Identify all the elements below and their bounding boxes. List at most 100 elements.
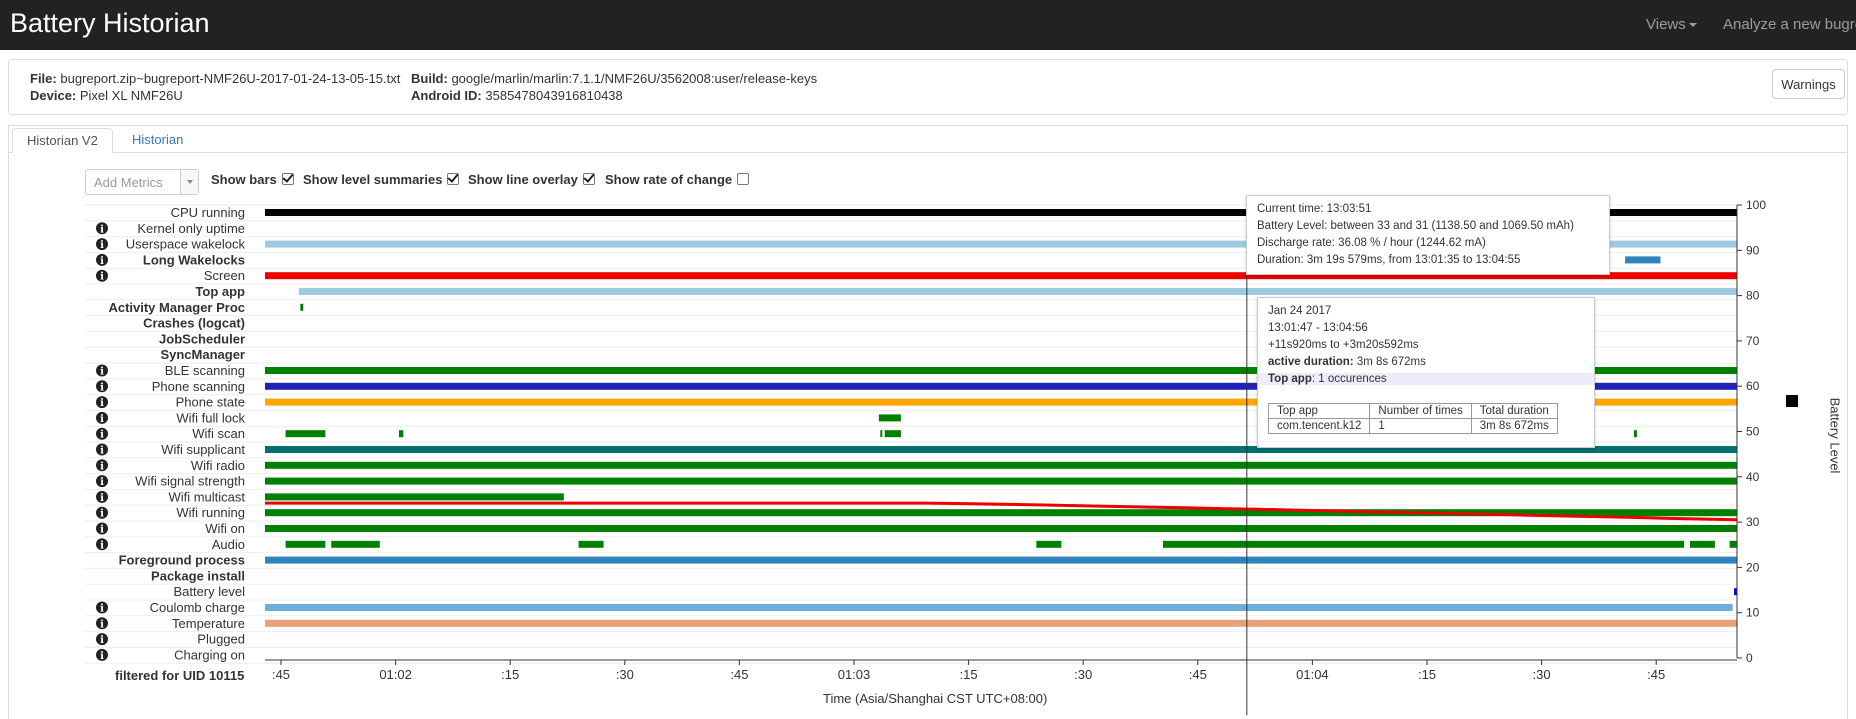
info-icon-glyph: i xyxy=(100,224,104,235)
timeline-bar[interactable] xyxy=(880,430,883,438)
x-tick-label: 01:04 xyxy=(1296,667,1329,682)
y-tick-label: 50 xyxy=(1746,425,1760,439)
timeline-bar[interactable] xyxy=(265,525,1737,532)
x-tick-label: :30 xyxy=(1074,667,1092,682)
row-label: Foreground process xyxy=(119,553,245,568)
row-label: CPU running xyxy=(171,205,245,220)
timeline-bar[interactable] xyxy=(265,604,1733,611)
timeline-bar[interactable] xyxy=(1625,256,1661,264)
y-axis-title: Battery Level xyxy=(1827,397,1843,474)
table-row: com.tencent.k12 1 3m 8s 672ms xyxy=(1267,418,1558,434)
row-label: Phone state xyxy=(176,395,245,410)
table-header-cell: Top app xyxy=(1267,403,1371,419)
tooltip-date: Jan 24 2017 xyxy=(1268,305,1332,317)
row-label: Screen xyxy=(204,268,245,283)
info-icon-glyph: i xyxy=(100,540,104,551)
row-label: Userspace wakelock xyxy=(126,237,246,252)
table-cell: 3m 8s 672ms xyxy=(1470,418,1558,434)
timeline-bar[interactable] xyxy=(265,461,1737,469)
row-label: Wifi full lock xyxy=(176,410,245,425)
active-duration-label: active duration: xyxy=(1268,356,1354,368)
row-label: Crashes (logcat) xyxy=(143,316,245,331)
row-label: Activity Manager Proc xyxy=(108,300,245,315)
timeline-bar[interactable] xyxy=(884,430,901,438)
row-label: Long Wakelocks xyxy=(143,252,245,267)
row-label: SyncManager xyxy=(160,347,245,362)
row-label: Kernel only uptime xyxy=(137,221,245,236)
timeline-bar[interactable] xyxy=(298,288,1738,295)
tooltip-battery-level: Battery Level: between 33 and 31 (1138.5… xyxy=(1257,220,1574,232)
timeline-bar[interactable] xyxy=(578,540,604,548)
row-label: Wifi signal strength xyxy=(135,474,245,489)
tooltip-time-range: 13:01:47 - 13:04:56 xyxy=(1268,322,1368,334)
timeline-bar[interactable] xyxy=(265,493,564,501)
table-header-cell: Number of times xyxy=(1369,403,1472,419)
top-app-tooltip: Jan 24 2017 13:01:47 - 13:04:56 +11s920m… xyxy=(1257,297,1595,448)
x-tick-label: 01:03 xyxy=(838,667,871,682)
active-duration-value: 3m 8s 672ms xyxy=(1356,356,1426,368)
y-tick-label: 40 xyxy=(1746,470,1760,484)
timeline-bar[interactable] xyxy=(265,619,1737,627)
info-icon-glyph: i xyxy=(100,619,104,630)
row-label: Wifi radio xyxy=(191,458,245,473)
timeline-bar[interactable] xyxy=(285,430,326,438)
row-label: Wifi on xyxy=(205,521,245,536)
timeline-bar[interactable] xyxy=(300,303,304,311)
top-app-table: Top app Number of times Total duration c… xyxy=(1267,403,1558,434)
info-icon-glyph: i xyxy=(100,651,104,662)
row-label: Wifi supplicant xyxy=(161,442,245,457)
info-icon-glyph: i xyxy=(100,493,104,504)
row-label: Wifi running xyxy=(176,505,245,520)
tooltip-top-app-summary: Top app: 1 occurences xyxy=(1258,373,1594,385)
x-tick-label: :15 xyxy=(1418,667,1436,682)
y-tick-label: 10 xyxy=(1746,606,1760,620)
info-icon-glyph: i xyxy=(100,240,104,251)
row-label: Charging on xyxy=(174,647,245,662)
info-icon-glyph: i xyxy=(100,430,104,441)
tooltip-active-duration: active duration: 3m 8s 672ms xyxy=(1268,356,1426,368)
x-tick-label: :45 xyxy=(1189,667,1207,682)
table-header-cell: Total duration xyxy=(1470,403,1558,419)
timeline-bar[interactable] xyxy=(398,430,404,438)
y-tick-label: 80 xyxy=(1746,289,1760,303)
top-app-label: Top app xyxy=(1268,373,1312,385)
row-label: Battery level xyxy=(173,584,245,599)
tooltip-discharge-rate: Discharge rate: 36.08 % / hour (1244.62 … xyxy=(1257,237,1486,249)
y-tick-label: 0 xyxy=(1746,651,1753,665)
row-label: Temperature xyxy=(172,616,245,631)
y-tick-label: 100 xyxy=(1746,198,1766,212)
info-icon-glyph: i xyxy=(100,635,104,646)
info-icon-glyph: i xyxy=(100,382,104,393)
timeline-bar[interactable] xyxy=(265,556,1737,564)
tooltip-current-time: Current time: 13:03:51 xyxy=(1257,203,1372,215)
x-tick-label: :45 xyxy=(730,667,748,682)
row-label: BLE scanning xyxy=(165,363,245,378)
tooltip-duration: Duration: 3m 19s 579ms, from 13:01:35 to… xyxy=(1257,254,1521,266)
timeline-bar[interactable] xyxy=(285,540,326,548)
timeline-bar[interactable] xyxy=(331,540,380,548)
timeline-bar[interactable] xyxy=(1729,540,1737,548)
timeline-bar[interactable] xyxy=(1633,430,1637,438)
timeline-bar[interactable] xyxy=(1036,540,1062,548)
info-icon-glyph: i xyxy=(100,604,104,615)
x-tick-label: :30 xyxy=(616,667,634,682)
row-label: Wifi scan xyxy=(192,426,245,441)
row-label: Plugged xyxy=(197,632,245,647)
timeline-bar[interactable] xyxy=(265,477,1737,485)
timeline-bar[interactable] xyxy=(1689,540,1715,548)
y-tick-label: 60 xyxy=(1746,379,1760,393)
timeline-bar[interactable] xyxy=(878,414,901,422)
info-icon-glyph: i xyxy=(100,477,104,488)
battery-level-legend-swatch xyxy=(1786,395,1798,407)
info-icon-glyph: i xyxy=(100,367,104,378)
info-icon-glyph: i xyxy=(100,414,104,425)
row-label: Wifi multicast xyxy=(168,489,245,504)
timeline-bar[interactable] xyxy=(1162,540,1685,548)
row-label: Top app xyxy=(195,284,245,299)
x-tick-label: :30 xyxy=(1533,667,1551,682)
y-tick-label: 20 xyxy=(1746,560,1760,574)
x-tick-label: :15 xyxy=(501,667,519,682)
battery-level-tooltip: Current time: 13:03:51 Battery Level: be… xyxy=(1246,195,1610,275)
row-label: Package install xyxy=(151,568,245,583)
table-cell: com.tencent.k12 xyxy=(1267,418,1371,434)
